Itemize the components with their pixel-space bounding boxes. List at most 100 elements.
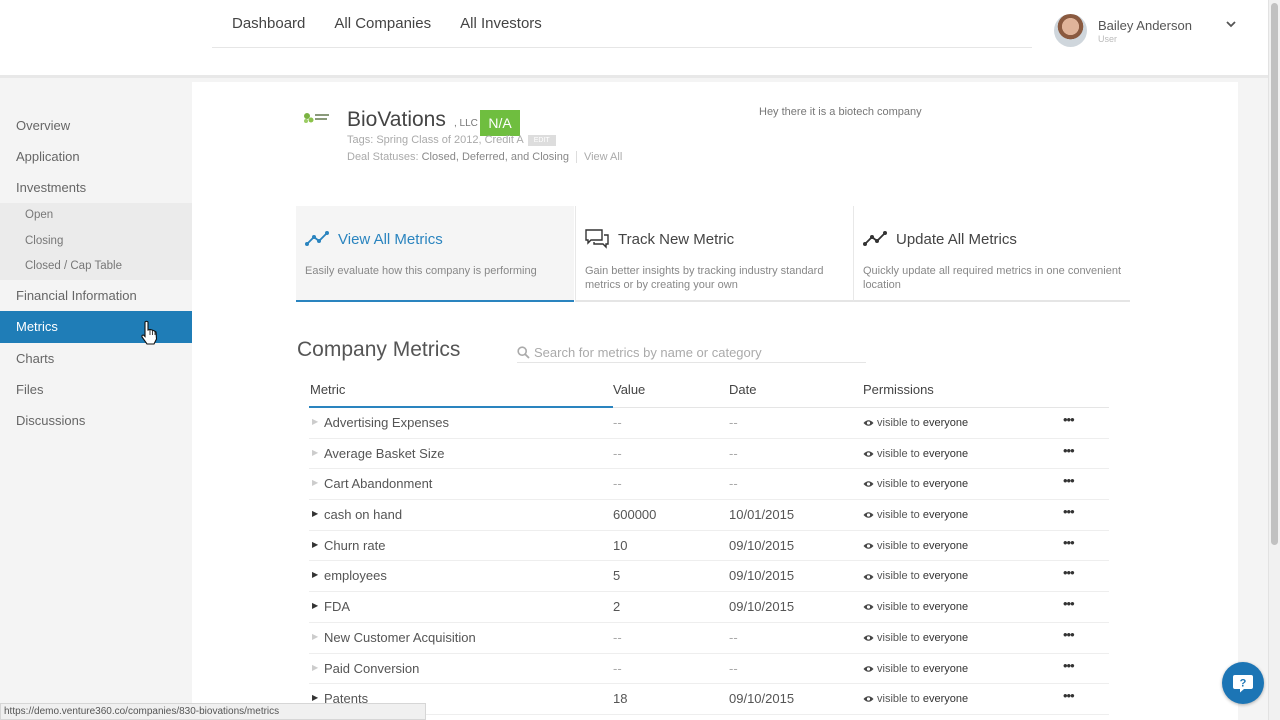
metric-date: 09/10/2015 xyxy=(729,691,795,707)
more-options-icon[interactable]: ••• xyxy=(1063,658,1075,673)
company-tags: Tags: Spring Class of 2012, Credit A EDIT xyxy=(347,134,556,146)
svg-text:?: ? xyxy=(1240,678,1247,690)
metric-value: 10 xyxy=(613,537,628,553)
card-title: View All Metrics xyxy=(338,231,443,248)
more-options-icon[interactable]: ••• xyxy=(1063,443,1075,458)
section-title: Company Metrics xyxy=(297,338,461,361)
nav-all-investors[interactable]: All Investors xyxy=(460,15,542,32)
metric-name[interactable]: Cart Abandonment xyxy=(324,476,432,491)
more-options-icon[interactable]: ••• xyxy=(1063,688,1075,703)
column-metric[interactable]: Metric xyxy=(310,382,345,397)
expand-caret-icon[interactable]: ▶ xyxy=(312,693,318,702)
nav-dashboard[interactable]: Dashboard xyxy=(232,15,305,32)
sidebar-subitem-closing[interactable]: Closing xyxy=(0,228,192,254)
help-chat-button[interactable]: ? xyxy=(1222,662,1264,704)
chevron-down-icon[interactable] xyxy=(1226,20,1236,28)
sidebar-item-files[interactable]: Files xyxy=(0,374,192,405)
more-options-icon[interactable]: ••• xyxy=(1063,627,1075,642)
more-options-icon[interactable]: ••• xyxy=(1063,412,1075,427)
avatar[interactable] xyxy=(1054,14,1087,47)
table-row[interactable]: ▶ Advertising Expenses -- -- visible to ever… xyxy=(309,408,1109,439)
sidebar-subitem-closed-cap-table[interactable]: Closed / Cap Table xyxy=(0,254,192,280)
metric-name[interactable]: Paid Conversion xyxy=(324,661,419,676)
permission-label: visible to everyone xyxy=(863,570,968,582)
view-all-link[interactable]: View All xyxy=(584,151,622,163)
more-options-icon[interactable]: ••• xyxy=(1063,473,1075,488)
table-row[interactable]: ▶ Average Basket Size -- -- visible to every… xyxy=(309,439,1109,470)
user-menu[interactable]: Bailey Anderson User xyxy=(1054,14,1244,50)
sidebar-item-application[interactable]: Application xyxy=(0,141,192,172)
metric-name[interactable]: Advertising Expenses xyxy=(324,415,449,430)
table-row[interactable]: ▶ cash on hand 600000 10/01/2015 visible to … xyxy=(309,500,1109,531)
page-scrollbar[interactable] xyxy=(1268,0,1280,720)
permission-label: visible to everyone xyxy=(863,509,968,521)
metric-name[interactable]: Churn rate xyxy=(324,538,385,553)
table-row[interactable]: ▶ Paid Conversion -- -- visible to everyone •… xyxy=(309,654,1109,685)
scrollbar-thumb[interactable] xyxy=(1271,3,1278,545)
search-input[interactable] xyxy=(534,343,864,361)
metric-date: 10/01/2015 xyxy=(729,507,795,523)
table-row[interactable]: ▶ employees 5 09/10/2015 visible to everyone… xyxy=(309,561,1109,593)
eye-icon xyxy=(863,604,874,610)
table-row[interactable]: ▶ Cart Abandonment -- -- visible to everyone… xyxy=(309,469,1109,501)
expand-caret-icon[interactable]: ▶ xyxy=(312,570,318,579)
permission-target: everyone xyxy=(922,693,969,706)
metric-date: 09/10/2015 xyxy=(729,568,795,584)
company-suffix: , LLC xyxy=(454,118,478,129)
expand-caret-icon[interactable]: ▶ xyxy=(312,540,318,549)
table-row[interactable]: ▶ New Customer Acquisition -- -- visible to … xyxy=(309,623,1109,654)
more-options-icon[interactable]: ••• xyxy=(1063,565,1075,580)
permission-target: everyone xyxy=(922,662,969,675)
permission-prefix: visible to xyxy=(877,601,920,614)
expand-caret-icon[interactable]: ▶ xyxy=(312,448,318,457)
edit-tags-button[interactable]: EDIT xyxy=(527,134,556,146)
metric-value: -- xyxy=(613,660,622,676)
expand-caret-icon[interactable]: ▶ xyxy=(312,632,318,641)
sidebar-item-discussions[interactable]: Discussions xyxy=(0,405,192,436)
permission-target: everyone xyxy=(922,570,969,583)
permission-target: everyone xyxy=(922,478,969,491)
card-title: Track New Metric xyxy=(618,231,735,248)
user-name: Bailey Anderson xyxy=(1098,18,1192,33)
metric-name[interactable]: New Customer Acquisition xyxy=(324,630,476,645)
metric-name[interactable]: employees xyxy=(324,568,387,583)
eye-icon xyxy=(863,512,874,518)
sidebar-item-charts[interactable]: Charts xyxy=(0,343,192,374)
sidebar-subitem-open[interactable]: Open xyxy=(0,203,192,229)
metric-name[interactable]: cash on hand xyxy=(324,507,402,522)
more-options-icon[interactable]: ••• xyxy=(1063,596,1075,611)
metric-name[interactable]: FDA xyxy=(324,599,350,614)
column-value[interactable]: Value xyxy=(613,382,645,397)
permission-label: visible to everyone xyxy=(863,417,968,429)
sidebar-item-metrics[interactable]: Metrics xyxy=(0,310,192,343)
eye-icon xyxy=(863,696,874,703)
column-permissions[interactable]: Permissions xyxy=(863,382,934,397)
nav-all-companies[interactable]: All Companies xyxy=(334,15,431,32)
card-title: Update All Metrics xyxy=(896,231,1017,248)
sidebar-item-overview[interactable]: Overview xyxy=(0,110,192,141)
sidebar-item-investments[interactable]: Investments xyxy=(0,172,192,203)
eye-icon xyxy=(863,481,874,488)
chat-bubbles-icon xyxy=(585,229,609,249)
update-all-metrics-card[interactable]: Update All Metrics Quickly update all re… xyxy=(853,206,1130,302)
permission-label: visible to everyone xyxy=(863,693,968,705)
expand-caret-icon[interactable]: ▶ xyxy=(312,417,318,426)
expand-caret-icon[interactable]: ▶ xyxy=(312,509,318,518)
metric-name[interactable]: Average Basket Size xyxy=(324,446,444,461)
expand-caret-icon[interactable]: ▶ xyxy=(312,478,318,487)
permission-prefix: visible to xyxy=(877,631,920,644)
view-all-metrics-card[interactable]: View All Metrics Easily evaluate how thi… xyxy=(296,206,574,302)
permission-prefix: visible to xyxy=(877,478,920,491)
eye-icon xyxy=(863,573,874,580)
more-options-icon[interactable]: ••• xyxy=(1063,504,1075,519)
expand-caret-icon[interactable]: ▶ xyxy=(312,601,318,610)
table-row[interactable]: ▶ Churn rate 10 09/10/2015 visible to everyo… xyxy=(309,531,1109,562)
metric-value: 600000 xyxy=(613,507,657,523)
track-new-metric-card[interactable]: Track New Metric Gain better insights by… xyxy=(575,206,853,302)
sidebar-item-financial-information[interactable]: Financial Information xyxy=(0,280,192,311)
column-date[interactable]: Date xyxy=(729,382,756,397)
table-row[interactable]: ▶ Patents 18 09/10/2015 visible to everyone •… xyxy=(309,684,1109,715)
more-options-icon[interactable]: ••• xyxy=(1063,535,1075,550)
expand-caret-icon[interactable]: ▶ xyxy=(312,663,318,672)
table-row[interactable]: ▶ FDA 2 09/10/2015 visible to everyone ••• xyxy=(309,592,1109,623)
